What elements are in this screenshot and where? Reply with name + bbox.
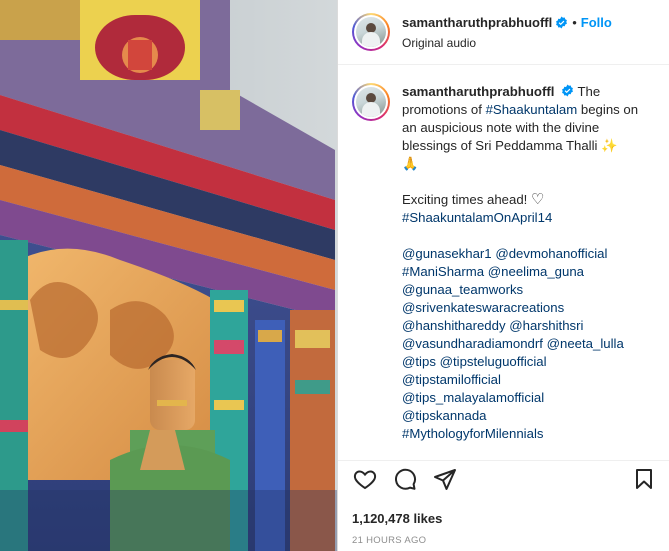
mention-link[interactable]: @tips bbox=[402, 354, 436, 369]
mention-line: @gunaa_teamworks bbox=[402, 281, 642, 299]
header-username[interactable]: samantharuthprabhuoffl bbox=[402, 16, 552, 29]
comment-icon[interactable] bbox=[392, 466, 418, 492]
post-media-image[interactable] bbox=[0, 0, 337, 551]
post-side-panel: samantharuthprabhuoffl • Follo Original … bbox=[337, 0, 669, 551]
mention-link[interactable]: @neeta_lulla bbox=[547, 336, 624, 351]
heart-emoji: ♡ bbox=[531, 191, 545, 208]
exciting-line: Exciting times ahead! bbox=[402, 192, 532, 207]
mention-line: @vasundharadiamondrf @neeta_lulla bbox=[402, 335, 642, 353]
mention-line: @tipstamilofficial bbox=[402, 371, 642, 389]
mention-line: @gunasekhar1 @devmohanofficial bbox=[402, 245, 642, 263]
post-timestamp[interactable]: 21 HOURS AGO bbox=[352, 535, 426, 546]
mention-line: @srivenkateswaracreations bbox=[402, 299, 642, 317]
folded-hands-emoji: 🙏 bbox=[402, 156, 419, 171]
hashtag-link[interactable]: #ManiSharma bbox=[402, 264, 484, 279]
temple-image bbox=[0, 0, 337, 551]
hashtag-shaakuntalam[interactable]: #Shaakuntalam bbox=[486, 102, 578, 117]
mention-link[interactable]: @srivenkateswaracreations bbox=[402, 300, 564, 315]
mention-list: @gunasekhar1 @devmohanofficial #ManiSharm… bbox=[402, 245, 642, 443]
caption-avatar[interactable] bbox=[352, 83, 390, 121]
heart-icon[interactable] bbox=[352, 466, 378, 492]
avatar[interactable] bbox=[352, 13, 390, 51]
hashtag-link[interactable]: #MythologyforMilennials bbox=[402, 426, 543, 441]
mention-link[interactable]: @neelima_guna bbox=[488, 264, 584, 279]
separator-dot: • bbox=[572, 14, 577, 30]
mention-link[interactable]: @gunasekhar1 bbox=[402, 246, 492, 261]
caption-text: samantharuthprabhuoffl The promotions of… bbox=[402, 83, 642, 443]
mention-line: @hanshithareddy @harshithsri bbox=[402, 317, 642, 335]
mention-line: #MythologyforMilennials bbox=[402, 425, 642, 443]
mention-line: @tips_malayalamofficial bbox=[402, 389, 642, 407]
audio-label[interactable]: Original audio bbox=[402, 37, 612, 49]
hashtag-release-date[interactable]: #ShaakuntalamOnApril14 bbox=[402, 209, 642, 227]
bookmark-icon[interactable] bbox=[631, 466, 657, 492]
action-bar bbox=[338, 460, 669, 497]
mention-link[interactable]: @gunaa_teamworks bbox=[402, 282, 523, 297]
likes-count[interactable]: 1,120,478 likes bbox=[352, 511, 442, 526]
verified-badge-icon bbox=[555, 16, 568, 29]
share-icon[interactable] bbox=[432, 466, 458, 492]
mention-link[interactable]: @tipskannada bbox=[402, 408, 487, 423]
mention-link[interactable]: @tipstamilofficial bbox=[402, 372, 501, 387]
mention-line: #ManiSharma @neelima_guna bbox=[402, 263, 642, 281]
mention-link[interactable]: @hanshithareddy bbox=[402, 318, 506, 333]
post-header: samantharuthprabhuoffl • Follo Original … bbox=[338, 0, 669, 65]
caption-verified-badge-icon bbox=[561, 84, 574, 97]
mention-line: @tips @tipsteluguofficial bbox=[402, 353, 642, 371]
caption-section: samantharuthprabhuoffl The promotions of… bbox=[338, 65, 669, 443]
instagram-post: samantharuthprabhuoffl • Follo Original … bbox=[0, 0, 669, 551]
mention-link[interactable]: @vasundharadiamondrf bbox=[402, 336, 543, 351]
sparkles-emoji: ✨ bbox=[601, 138, 618, 153]
mention-link[interactable]: @devmohanofficial bbox=[495, 246, 607, 261]
mention-link[interactable]: @tips_malayalamofficial bbox=[402, 390, 544, 405]
follow-button[interactable]: Follo bbox=[581, 16, 612, 29]
mention-link[interactable]: @tipsteluguofficial bbox=[440, 354, 547, 369]
mention-link[interactable]: @harshithsri bbox=[509, 318, 583, 333]
caption-username[interactable]: samantharuthprabhuoffl bbox=[402, 84, 554, 99]
mention-line: @tipskannada bbox=[402, 407, 642, 425]
